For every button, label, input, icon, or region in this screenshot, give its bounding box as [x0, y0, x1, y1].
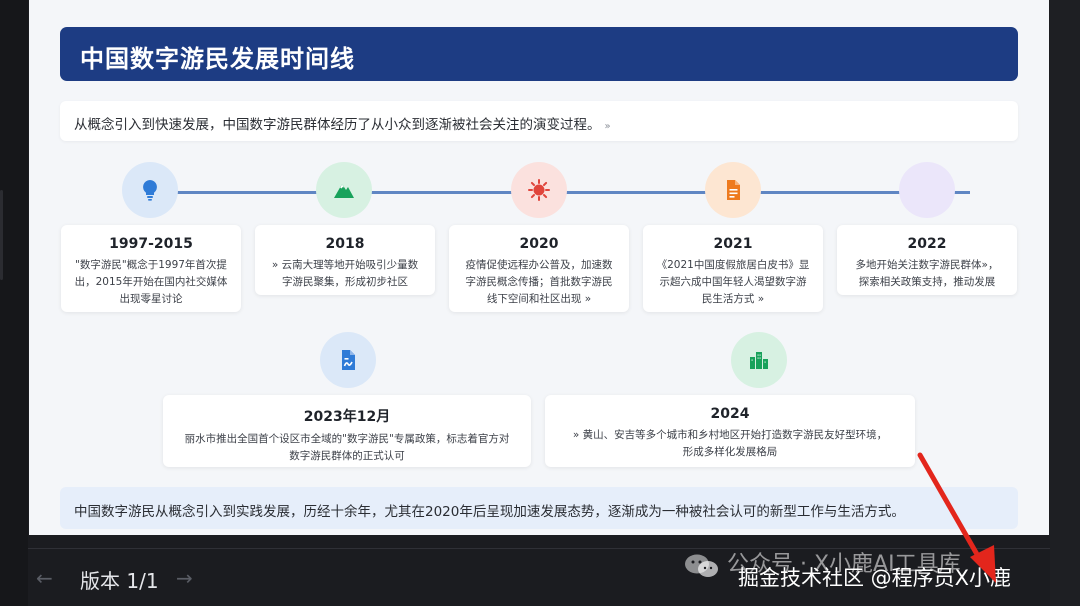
timeline-node-2022	[899, 162, 955, 218]
lightbulb-icon	[143, 180, 157, 201]
wechat-icon	[685, 554, 718, 577]
desc-line: 示超六成中国年轻人渴望数字游	[659, 276, 807, 288]
timeline-node-2020	[511, 162, 567, 218]
mountain-icon	[334, 184, 354, 198]
citation-mark[interactable]: »	[605, 121, 611, 132]
event-year: 2022	[907, 236, 947, 252]
timeline-node-2024	[731, 332, 787, 388]
slide-canvas: 中国数字游民发展时间线 从概念引入到快速发展，中国数字游民群体经历了从小众到逐渐…	[29, 0, 1049, 535]
desc-line: 《2021中国度假旅居白皮书》显	[656, 259, 810, 271]
event-year: 2023年12月	[303, 409, 391, 425]
version-indicator: 版本 1/1	[80, 569, 159, 593]
event-year: 2020	[519, 236, 559, 252]
event-description: » 云南大理等地开始吸引少量数 字游民聚集，形成初步社区	[255, 257, 435, 291]
desc-line: » 云南大理等地开始吸引少量数	[271, 259, 419, 271]
event-description: "数字游民"概念于1997年首次提 出，2015年开始在国内社交媒体 出现零星讨…	[61, 257, 241, 308]
desc-line: 形成多样化发展格局	[682, 446, 778, 458]
left-edge-notch	[0, 190, 3, 280]
city-buildings-icon	[750, 352, 768, 369]
event-year: 2018	[325, 236, 365, 252]
event-card-2018: 2018 » 云南大理等地开始吸引少量数 字游民聚集，形成初步社区	[255, 225, 435, 295]
event-card-1997: 1997-2015 "数字游民"概念于1997年首次提 出，2015年开始在国内…	[61, 225, 241, 312]
summary-box: 中国数字游民从概念引入到实践发展，历经十余年，尤其在2020年后呈现加速发展态势…	[60, 487, 1018, 529]
event-card-2023: 2023年12月 丽水市推出全国首个设区市全域的"数字游民"专属政策，标志着官方…	[163, 395, 531, 467]
desc-line: 民生活方式 »	[701, 293, 765, 305]
desc-line: 出，2015年开始在国内社交媒体	[74, 276, 228, 288]
policy-file-icon	[342, 350, 355, 370]
desc-line: 出现零星讨论	[119, 293, 183, 305]
intro-text: 从概念引入到快速发展，中国数字游民群体经历了从小众到逐渐被社会关注的演变过程。 »	[74, 113, 611, 133]
desc-line: » 黄山、安吉等多个城市和乡村地区开始打造数字游民友好型环境，	[572, 429, 888, 441]
desc-line: 丽水市推出全国首个设区市全域的"数字游民"专属政策，标志着官方对	[184, 433, 510, 445]
event-card-2020: 2020 疫情促使远程办公普及，加速数 字游民概念传播；首批数字游民 线下空间和…	[449, 225, 629, 312]
desc-line: 数字游民群体的正式认可	[289, 450, 405, 462]
previous-version-button[interactable]: ←	[36, 566, 53, 590]
timeline-node-1997	[122, 162, 178, 218]
app-window: 中国数字游民发展时间线 从概念引入到快速发展，中国数字游民群体经历了从小众到逐渐…	[0, 0, 1080, 606]
slide-title: 中国数字游民发展时间线	[80, 45, 355, 73]
desc-line: 探索相关政策支持，推动发展	[858, 276, 996, 288]
desc-line: 线下空间和社区出现 »	[486, 293, 592, 305]
event-card-2022: 2022 多地开始关注数字游民群体»， 探索相关政策支持，推动发展	[837, 225, 1017, 295]
timeline-node-2023	[320, 332, 376, 388]
desc-line: 疫情促使远程办公普及，加速数	[465, 259, 613, 271]
event-description: 丽水市推出全国首个设区市全域的"数字游民"专属政策，标志着官方对 数字游民群体的…	[163, 431, 531, 465]
event-card-2024: 2024 » 黄山、安吉等多个城市和乡村地区开始打造数字游民友好型环境， 形成多…	[545, 395, 915, 467]
event-description: 多地开始关注数字游民群体»， 探索相关政策支持，推动发展	[837, 257, 1017, 291]
summary-text: 中国数字游民从概念引入到实践发展，历经十余年，尤其在2020年后呈现加速发展态势…	[74, 504, 905, 520]
desc-line: 多地开始关注数字游民群体»，	[855, 259, 999, 271]
event-card-2021: 2021 《2021中国度假旅居白皮书》显 示超六成中国年轻人渴望数字游 民生活…	[643, 225, 823, 312]
left-edge-strip	[0, 0, 28, 606]
desc-line: "数字游民"概念于1997年首次提	[75, 259, 227, 271]
document-icon	[727, 180, 740, 200]
intro-sentence: 从概念引入到快速发展，中国数字游民群体经历了从小众到逐渐被社会关注的演变过程。	[74, 117, 601, 133]
virus-icon	[528, 179, 550, 201]
timeline-node-2021	[705, 162, 761, 218]
timeline-node-2018	[316, 162, 372, 218]
event-description: » 黄山、安吉等多个城市和乡村地区开始打造数字游民友好型环境， 形成多样化发展格…	[545, 427, 915, 461]
next-version-button[interactable]: →	[176, 566, 193, 590]
event-description: 疫情促使远程办公普及，加速数 字游民概念传播；首批数字游民 线下空间和社区出现 …	[449, 257, 629, 308]
intro-box: 从概念引入到快速发展，中国数字游民群体经历了从小众到逐渐被社会关注的演变过程。 »	[60, 101, 1018, 141]
event-year: 2021	[713, 236, 753, 252]
event-description: 《2021中国度假旅居白皮书》显 示超六成中国年轻人渴望数字游 民生活方式 »	[643, 257, 823, 308]
red-arrow-annotation	[917, 452, 996, 583]
desc-line: 字游民聚集，形成初步社区	[282, 276, 408, 288]
event-year: 2024	[710, 406, 750, 422]
slide-title-bar: 中国数字游民发展时间线	[60, 27, 1018, 81]
event-year: 1997-2015	[109, 236, 193, 252]
right-edge-strip	[1050, 0, 1080, 606]
desc-line: 字游民概念传播；首批数字游民	[465, 276, 613, 288]
